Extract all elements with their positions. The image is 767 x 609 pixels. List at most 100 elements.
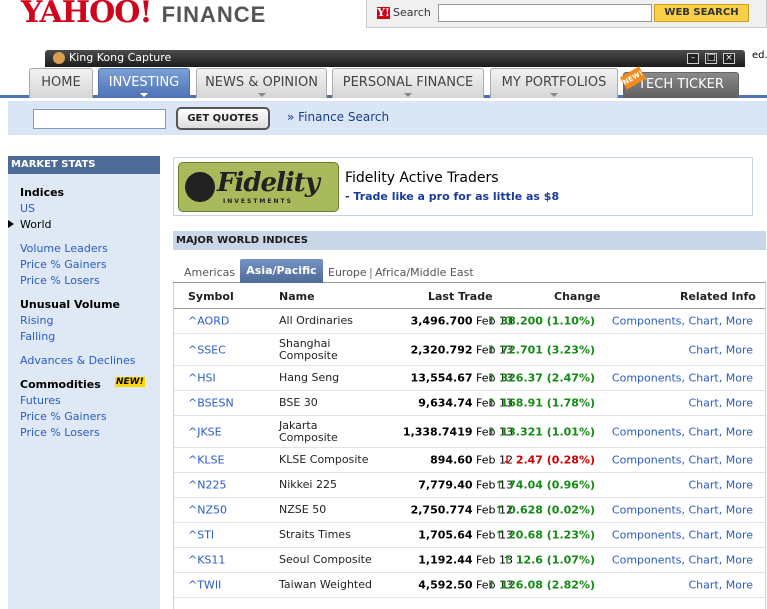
tab-americas[interactable]: Americas xyxy=(184,266,235,279)
last-trade-value: 4,592.50 xyxy=(418,578,473,592)
chevron-down-icon xyxy=(140,93,148,97)
tab-asia-pacific[interactable]: Asia/Pacific xyxy=(240,259,323,283)
related-info-links[interactable]: Chart, More xyxy=(689,397,754,410)
related-info-links[interactable]: Chart, More xyxy=(689,343,754,356)
tab-africa-middle-east[interactable]: Africa/Middle East xyxy=(375,266,474,279)
sidebar-item-price-gainers[interactable]: Price % Gainers xyxy=(20,258,107,271)
ad-link[interactable]: - Trade like a pro for as little as $8 xyxy=(345,190,559,203)
tab-separator: | xyxy=(369,266,373,279)
symbol-link[interactable]: ^KS11 xyxy=(188,554,225,567)
col-last-trade[interactable]: Last Trade xyxy=(428,290,493,303)
ad-title: Fidelity Active Traders xyxy=(345,170,499,186)
related-info-links[interactable]: Components, Chart, More xyxy=(612,554,753,567)
symbol-link[interactable]: ^N225 xyxy=(188,479,226,492)
sidebar-item-commodity-gainers[interactable]: Price % Gainers xyxy=(20,410,107,423)
symbol-link[interactable]: ^JKSE xyxy=(188,425,222,438)
related-info-links[interactable]: Components, Chart, More xyxy=(612,315,753,328)
tab-news-opinion[interactable]: NEWS & OPINION xyxy=(196,68,327,98)
table-row: ^TWII Taiwan Weighted 4,592.50 Feb 13 ↑ 126… xyxy=(174,573,765,598)
arrow-up-icon: ↑ xyxy=(487,343,497,356)
web-search-input[interactable] xyxy=(438,4,652,22)
maximize-icon[interactable]: □ xyxy=(705,53,717,64)
change-value: ↑ 12.6 (1.07%) xyxy=(502,554,595,567)
symbol-link[interactable]: ^TWII xyxy=(188,579,221,592)
tab-home[interactable]: HOME xyxy=(29,68,93,98)
table-row: ^SSEC Shanghai Composite 2,320.792 Feb 13 ↑… xyxy=(174,334,765,366)
change-text: 0.628 (0.02%) xyxy=(508,503,595,517)
index-name: Seoul Composite xyxy=(279,553,372,566)
related-info-links[interactable]: Components, Chart, More xyxy=(612,425,753,438)
tab-personal-finance[interactable]: PERSONAL FINANCE xyxy=(332,68,484,98)
change-value: ↑ 168.91 (1.78%) xyxy=(487,397,595,410)
table-row: ^N225 Nikkei 225 7,779.40 Feb 13 ↑ 74.04 (0… xyxy=(174,473,765,498)
sidebar-item-volume-leaders[interactable]: Volume Leaders xyxy=(20,242,108,255)
tab-investing-label: INVESTING xyxy=(108,75,180,90)
finance-search-link[interactable]: » Finance Search xyxy=(287,110,389,124)
quote-symbol-input[interactable] xyxy=(33,109,166,129)
related-info-links[interactable]: Components, Chart, More xyxy=(612,504,753,517)
change-value: ↑ 74.04 (0.96%) xyxy=(494,479,595,492)
arrow-up-icon: ↑ xyxy=(502,553,512,567)
related-info-links[interactable]: Chart, More xyxy=(689,479,754,492)
table-row: ^STI Straits Times 1,705.64 Feb 13 ↑ 20.68 … xyxy=(174,523,765,548)
minimize-icon[interactable]: – xyxy=(687,53,699,64)
related-info-links[interactable]: Components, Chart, More xyxy=(612,372,753,385)
related-info-links[interactable]: Chart, More xyxy=(689,579,754,592)
sidebar-heading-commodities: Commodities xyxy=(20,378,101,391)
col-related-info: Related Info xyxy=(680,290,756,303)
last-trade-value: 2,750.774 xyxy=(410,503,473,517)
yahoo-finance-logo[interactable]: YAHOO! FINANCE xyxy=(21,0,267,28)
fidelity-logo[interactable]: Fidelity INVESTMENTS xyxy=(178,162,339,212)
web-search-button[interactable]: WEB SEARCH xyxy=(654,4,749,22)
symbol-link[interactable]: ^HSI xyxy=(188,372,216,385)
search-label-text: Search xyxy=(393,6,431,19)
symbol-link[interactable]: ^NZ50 xyxy=(188,504,227,517)
arrow-up-icon: ↑ xyxy=(494,478,504,492)
tab-investing[interactable]: INVESTING xyxy=(98,68,190,98)
last-trade-value: 1,705.64 xyxy=(418,528,473,542)
fidelity-ad[interactable]: Fidelity INVESTMENTS Fidelity Active Tra… xyxy=(173,157,753,216)
close-icon[interactable]: × xyxy=(723,53,735,64)
sidebar-item-commodity-losers[interactable]: Price % Losers xyxy=(20,426,100,439)
sidebar-item-price-losers[interactable]: Price % Losers xyxy=(20,274,100,287)
sidebar-item-falling[interactable]: Falling xyxy=(20,330,55,343)
col-name[interactable]: Name xyxy=(279,290,315,303)
last-trade-value: 9,634.74 xyxy=(418,396,473,410)
quote-bar: GET QUOTES » Finance Search xyxy=(8,101,767,135)
fidelity-logo-word: Fidelity xyxy=(217,168,320,198)
table-row: ^KLSE KLSE Composite 894.60 Feb 12 ↓ 2.47 (… xyxy=(174,448,765,473)
tab-my-portfolios[interactable]: MY PORTFOLIOS xyxy=(490,68,618,98)
logo-finance-text: FINANCE xyxy=(161,2,267,27)
index-name: KLSE Composite xyxy=(279,453,369,466)
sidebar-item-advances-declines[interactable]: Advances & Declines xyxy=(20,354,136,367)
section-title: MAJOR WORLD INDICES xyxy=(173,231,766,250)
related-info-links[interactable]: Components, Chart, More xyxy=(612,529,753,542)
symbol-link[interactable]: ^KLSE xyxy=(188,454,225,467)
search-label: Y! Search xyxy=(377,6,431,19)
change-value: ↑ 72.701 (3.23%) xyxy=(487,343,595,356)
col-change[interactable]: Change xyxy=(554,290,601,303)
arrow-up-icon: ↑ xyxy=(494,528,504,542)
change-text: 74.04 (0.96%) xyxy=(508,478,595,492)
tab-tech-ticker[interactable]: NEW! TECH TICKER xyxy=(619,66,739,98)
capture-window-titlebar[interactable]: King Kong Capture – □ × xyxy=(45,50,745,67)
col-symbol[interactable]: Symbol xyxy=(188,290,234,303)
change-value: ↓ 2.47 (0.28%) xyxy=(502,454,595,467)
get-quotes-button[interactable]: GET QUOTES xyxy=(176,107,270,130)
change-value: ↑ 20.68 (1.23%) xyxy=(494,529,595,542)
table-row: ^BSESN BSE 30 9,634.74 Feb 13 ↑ 168.91 (1.7… xyxy=(174,391,765,416)
related-info-links[interactable]: Components, Chart, More xyxy=(612,454,753,467)
new-badge: NEW! xyxy=(115,377,145,387)
web-search-bar: Y! Search WEB SEARCH xyxy=(366,0,767,28)
arrow-up-icon: ↑ xyxy=(487,425,497,438)
sidebar-item-us[interactable]: US xyxy=(20,202,35,215)
symbol-link[interactable]: ^STI xyxy=(188,529,214,542)
tab-europe[interactable]: Europe xyxy=(328,266,367,279)
symbol-link[interactable]: ^AORD xyxy=(188,315,229,328)
index-name: BSE 30 xyxy=(279,396,318,409)
symbol-link[interactable]: ^BSESN xyxy=(188,397,234,410)
sidebar-item-rising[interactable]: Rising xyxy=(20,314,53,327)
sidebar-item-futures[interactable]: Futures xyxy=(20,394,61,407)
last-trade-value: 1,192.44 xyxy=(418,553,473,567)
symbol-link[interactable]: ^SSEC xyxy=(188,343,226,356)
